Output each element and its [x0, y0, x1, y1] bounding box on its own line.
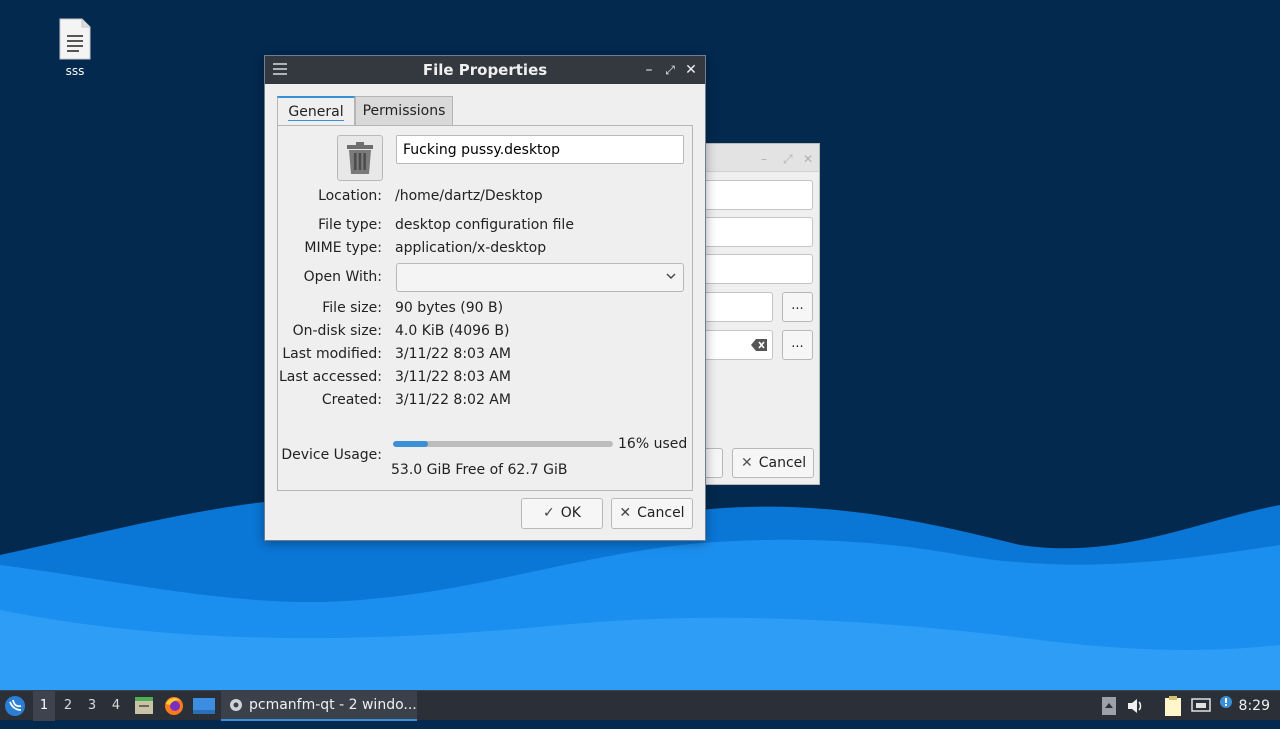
file-manager-launcher[interactable] [133, 691, 155, 721]
last-modified-label: Last modified: [282, 346, 382, 362]
background-text-field[interactable] [705, 180, 813, 210]
desktop-icon-label: sss [65, 64, 85, 78]
on-disk-size-value: 4.0 KiB (4096 B) [395, 323, 510, 339]
location-value: /home/dartz/Desktop [395, 188, 543, 204]
task-pcmanfm[interactable]: pcmanfm-qt - 2 windo... [221, 691, 417, 721]
tab-general-label: General [288, 104, 344, 121]
created-value: 3/11/22 8:02 AM [395, 392, 511, 408]
last-accessed-value: 3/11/22 8:03 AM [395, 369, 511, 385]
show-desktop-button[interactable] [192, 691, 216, 721]
lxqt-logo-icon [5, 696, 25, 716]
start-menu-button[interactable] [0, 691, 30, 721]
tray-up-icon[interactable] [1100, 691, 1118, 721]
last-accessed-label: Last accessed: [278, 369, 382, 385]
gear-icon [230, 699, 242, 711]
cancel-button[interactable]: ✕ Cancel [611, 498, 693, 529]
device-usage-percent: 16% used [618, 436, 688, 452]
cancel-x-icon: ✕ [619, 505, 632, 521]
file-type-label: File type: [318, 217, 382, 233]
mime-type-label: MIME type: [304, 240, 382, 256]
dialog-title: File Properties [422, 61, 548, 79]
volume-icon[interactable] [1126, 691, 1146, 721]
background-text-field[interactable] [705, 330, 773, 360]
clear-icon[interactable] [751, 339, 767, 351]
file-properties-dialog: File Properties – ⤢ ✕ General Permission… [264, 55, 706, 541]
desktop-icon [193, 698, 215, 714]
background-cancel-button[interactable]: ✕ Cancel [732, 448, 814, 478]
folder-icon [135, 697, 153, 714]
background-dialog-titlebar: – ⤢ ✕ [705, 144, 819, 172]
device-free-space: 53.0 GiB Free of 62.7 GiB [391, 462, 568, 478]
browse-button[interactable]: ... [782, 292, 813, 322]
minimize-icon[interactable]: – [761, 152, 767, 166]
taskbar: 1 2 3 4 pcmanfm-qt - 2 windo... 8:29 [0, 690, 1280, 721]
background-dialog: – ⤢ ✕ ... ... ✕ Cancel [704, 143, 820, 485]
workspace-4[interactable]: 4 [105, 691, 127, 721]
clipboard-icon[interactable] [1163, 691, 1183, 721]
open-with-dropdown[interactable] [396, 263, 684, 292]
background-text-field[interactable] [705, 254, 813, 284]
minimize-icon[interactable]: – [640, 60, 658, 80]
mime-type-value: application/x-desktop [395, 240, 547, 256]
file-name-input[interactable] [396, 135, 684, 164]
file-size-label: File size: [322, 300, 382, 316]
firefox-icon [165, 697, 183, 715]
task-label: pcmanfm-qt - 2 windo... [249, 697, 417, 713]
firefox-launcher[interactable] [163, 691, 185, 721]
last-modified-value: 3/11/22 8:03 AM [395, 346, 511, 362]
close-icon[interactable]: ✕ [682, 60, 700, 80]
workspace-1[interactable]: 1 [33, 691, 55, 721]
close-icon[interactable]: ✕ [803, 152, 813, 166]
general-panel: Location: /home/dartz/Desktop File type:… [277, 125, 693, 491]
clock[interactable]: 8:29 [1239, 691, 1270, 721]
document-icon [59, 18, 91, 60]
file-icon-button[interactable] [337, 135, 383, 181]
cancel-x-icon: ✕ [741, 455, 753, 471]
tab-general[interactable]: General [277, 96, 355, 126]
file-type-value: desktop configuration file [395, 217, 574, 233]
device-usage-fill [393, 441, 429, 447]
created-label: Created: [321, 392, 382, 408]
tab-permissions[interactable]: Permissions [355, 96, 453, 126]
workspace-2[interactable]: 2 [57, 691, 79, 721]
device-usage-label: Device Usage: [281, 447, 382, 463]
background-text-field[interactable] [705, 217, 813, 247]
maximize-icon[interactable]: ⤢ [783, 152, 793, 167]
browse-button[interactable]: ... [782, 330, 813, 360]
background-text-field[interactable] [705, 292, 773, 322]
file-size-value: 90 bytes (90 B) [395, 300, 504, 316]
workspace-3[interactable]: 3 [81, 691, 103, 721]
network-icon[interactable] [1190, 691, 1212, 721]
open-with-label: Open With: [303, 269, 382, 285]
titlebar[interactable]: File Properties – ⤢ ✕ [265, 56, 705, 84]
ok-label: OK [560, 505, 581, 521]
notification-icon[interactable] [1216, 691, 1236, 721]
background-cancel-label: Cancel [758, 455, 807, 471]
tab-permissions-label: Permissions [362, 103, 446, 119]
location-label: Location: [318, 188, 382, 204]
maximize-icon[interactable]: ⤢ [661, 60, 679, 80]
device-usage-bar [393, 441, 613, 447]
cancel-label: Cancel [637, 505, 685, 521]
check-icon: ✓ [543, 505, 555, 521]
trash-icon [347, 142, 373, 174]
ok-button[interactable]: ✓ OK [521, 498, 603, 529]
chevron-down-icon [666, 273, 676, 279]
on-disk-size-label: On-disk size: [292, 323, 382, 339]
background-ok-button[interactable] [705, 448, 723, 478]
desktop-file-icon[interactable]: sss [50, 18, 100, 78]
